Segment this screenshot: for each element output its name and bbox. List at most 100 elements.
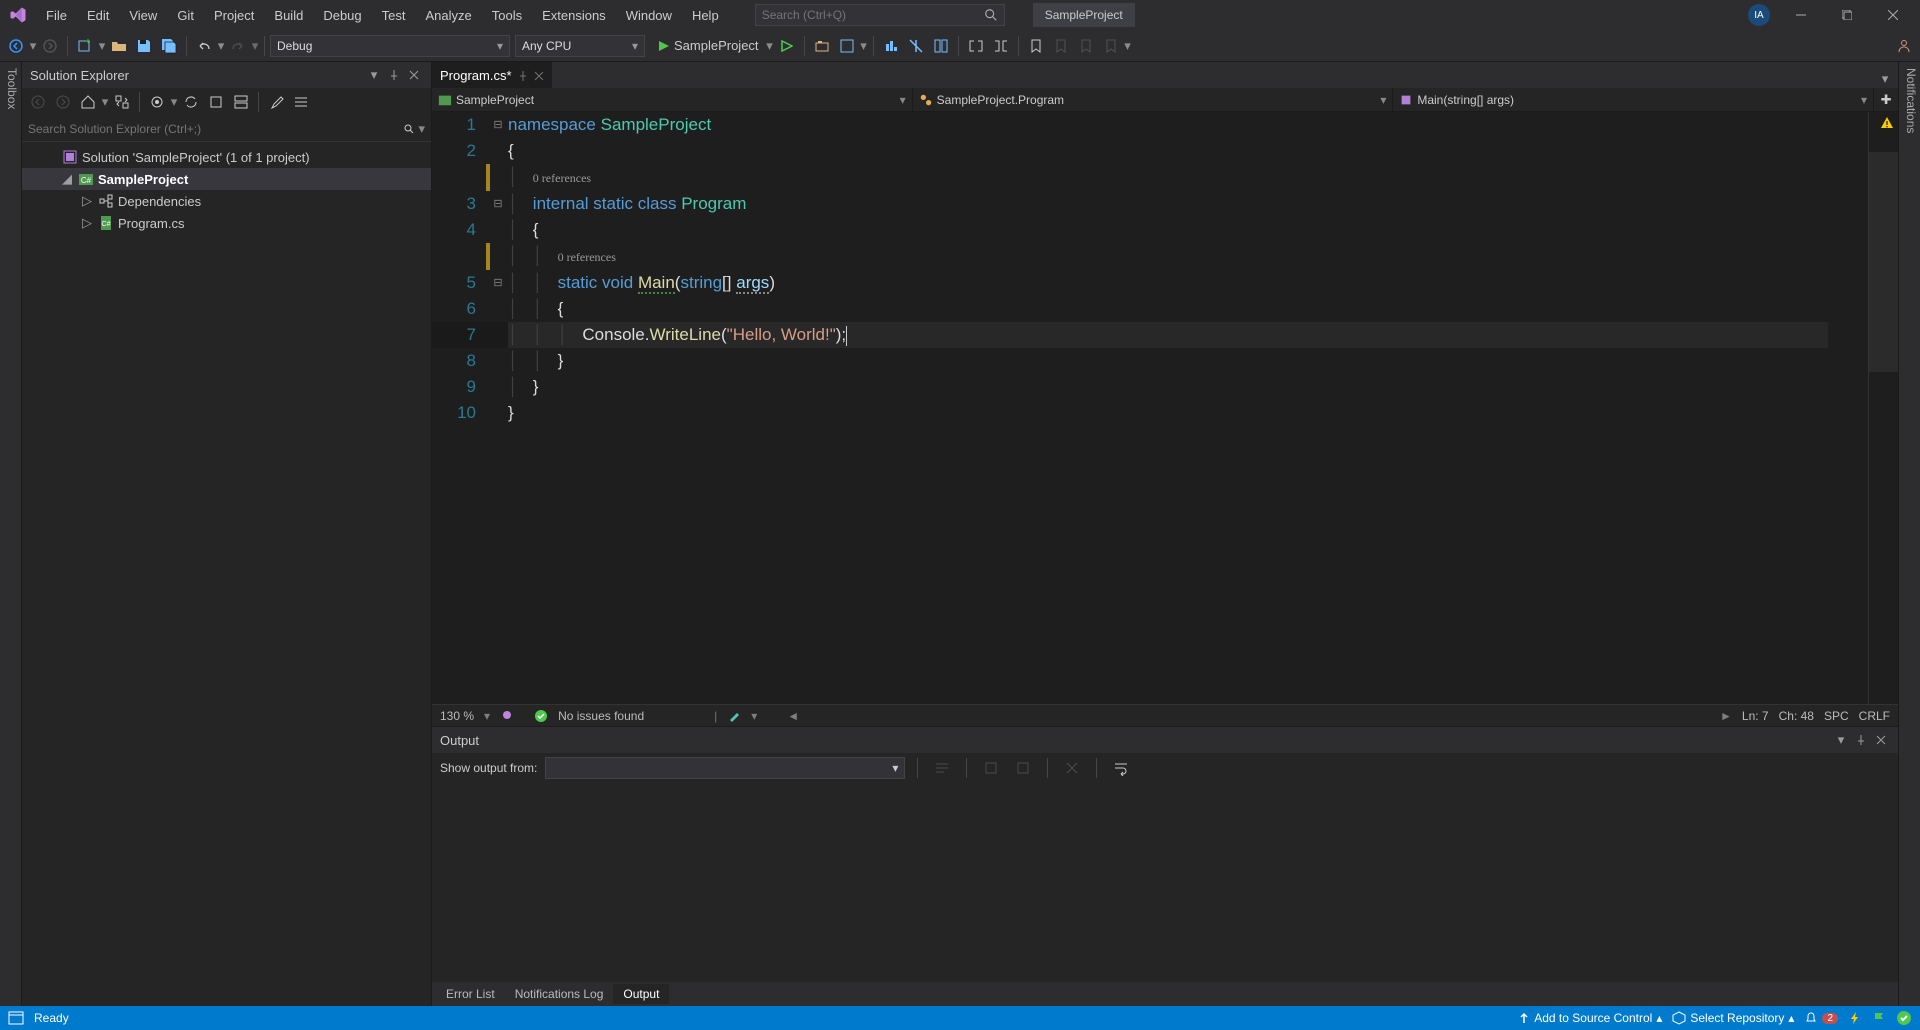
- select-repository-button[interactable]: Select Repository ▴: [1672, 1011, 1794, 1025]
- notifications-button[interactable]: 2: [1804, 1011, 1838, 1025]
- codelens-references[interactable]: 0 references: [558, 250, 616, 264]
- configuration-combo[interactable]: Debug▾: [270, 35, 510, 57]
- open-file-button[interactable]: [107, 34, 131, 58]
- tab-error-list[interactable]: Error List: [436, 984, 505, 1004]
- menu-test[interactable]: Test: [372, 4, 416, 27]
- menu-build[interactable]: Build: [264, 4, 313, 27]
- status-flag-icon[interactable]: [1872, 1011, 1886, 1025]
- solex-home-dropdown[interactable]: ▾: [101, 90, 109, 114]
- bookmark-clear-button[interactable]: [1099, 34, 1123, 58]
- title-project-button[interactable]: SampleProject: [1033, 3, 1135, 27]
- chevron-down-icon[interactable]: ▾: [751, 709, 757, 723]
- chevron-down-icon[interactable]: ▾: [418, 121, 425, 137]
- fold-icon[interactable]: ⊟: [488, 270, 508, 296]
- start-debug-dropdown[interactable]: ▾: [766, 34, 774, 58]
- solex-back-button[interactable]: [26, 90, 50, 114]
- nav-back-dropdown[interactable]: ▾: [29, 34, 37, 58]
- new-project-dropdown[interactable]: ▾: [98, 34, 106, 58]
- bookmark-prev-button[interactable]: [1049, 34, 1073, 58]
- user-avatar[interactable]: IA: [1748, 4, 1770, 26]
- menu-git[interactable]: Git: [167, 4, 204, 27]
- brush-icon[interactable]: [727, 709, 741, 723]
- minimize-button[interactable]: [1778, 0, 1824, 30]
- split-editor-button[interactable]: ✚: [1874, 88, 1898, 111]
- nav-forward-button[interactable]: [38, 34, 62, 58]
- project-node[interactable]: ◢ C# SampleProject: [22, 168, 431, 190]
- line-indicator[interactable]: Ln: 7: [1742, 709, 1769, 723]
- solex-forward-button[interactable]: [51, 90, 75, 114]
- collapse-icon[interactable]: ◢: [62, 171, 74, 187]
- solution-explorer-search[interactable]: ▾: [22, 116, 431, 142]
- close-pane-icon[interactable]: [1872, 731, 1890, 749]
- nav-right-icon[interactable]: ►: [1720, 709, 1732, 723]
- toolbar-btn-2[interactable]: [835, 34, 859, 58]
- toolbar-btn-6[interactable]: [964, 34, 988, 58]
- close-pane-icon[interactable]: [405, 66, 423, 84]
- output-clear-button[interactable]: [1060, 756, 1084, 780]
- solex-filter-button[interactable]: [145, 90, 169, 114]
- nav-project-combo[interactable]: SampleProject▾: [432, 88, 913, 111]
- status-check-icon[interactable]: [1896, 1010, 1912, 1026]
- pin-icon[interactable]: [385, 66, 403, 84]
- tab-output[interactable]: Output: [613, 984, 669, 1004]
- solex-home-button[interactable]: [76, 90, 100, 114]
- dependencies-node[interactable]: ▷ Dependencies: [22, 190, 431, 212]
- output-content[interactable]: [432, 783, 1898, 982]
- indent-indicator[interactable]: SPC: [1824, 709, 1849, 723]
- file-node[interactable]: ▷ C# Program.cs: [22, 212, 431, 234]
- close-button[interactable]: [1870, 0, 1916, 30]
- menu-extensions[interactable]: Extensions: [532, 4, 616, 27]
- menu-debug[interactable]: Debug: [313, 4, 371, 27]
- pane-dropdown-icon[interactable]: ▾: [1832, 731, 1850, 749]
- menu-view[interactable]: View: [119, 4, 167, 27]
- nav-left-icon[interactable]: ◄: [787, 709, 799, 723]
- solex-showall-button[interactable]: [289, 90, 313, 114]
- menu-project[interactable]: Project: [204, 4, 264, 27]
- redo-button[interactable]: [226, 34, 250, 58]
- redo-dropdown[interactable]: ▾: [251, 34, 259, 58]
- scrollbar-overview[interactable]: [1868, 112, 1898, 704]
- bookmark-button[interactable]: [1024, 34, 1048, 58]
- expand-icon[interactable]: ▷: [82, 215, 94, 231]
- toolbar-btn-1[interactable]: [810, 34, 834, 58]
- toolbar-btn-7[interactable]: [989, 34, 1013, 58]
- solex-properties-button[interactable]: [264, 90, 288, 114]
- start-debug-button[interactable]: SampleProject: [652, 34, 765, 58]
- lineending-indicator[interactable]: CRLF: [1859, 709, 1890, 723]
- menu-tools[interactable]: Tools: [482, 4, 532, 27]
- codelens-references[interactable]: 0 references: [533, 171, 591, 185]
- tabs-overflow-icon[interactable]: ▾: [1876, 70, 1894, 88]
- zoom-level[interactable]: 130 %: [440, 709, 474, 723]
- toolbar-overflow[interactable]: ▾: [1124, 34, 1132, 58]
- solution-explorer-search-input[interactable]: [28, 122, 404, 136]
- undo-dropdown[interactable]: ▾: [217, 34, 225, 58]
- menu-help[interactable]: Help: [682, 4, 729, 27]
- new-project-button[interactable]: [73, 34, 97, 58]
- platform-combo[interactable]: Any CPU▾: [515, 35, 645, 57]
- toolbar-btn-4[interactable]: [904, 34, 928, 58]
- toolbar-btn-3[interactable]: [879, 34, 903, 58]
- undo-button[interactable]: [192, 34, 216, 58]
- notifications-tab[interactable]: Notifications: [1898, 62, 1920, 1006]
- global-search-input[interactable]: [762, 8, 984, 22]
- toolbar-btn-2-dropdown[interactable]: ▾: [860, 34, 868, 58]
- nav-class-combo[interactable]: SampleProject.Program▾: [913, 88, 1394, 111]
- solex-refresh-button[interactable]: [204, 90, 228, 114]
- output-source-combo[interactable]: ▾: [545, 757, 905, 779]
- output-btn-3[interactable]: [1011, 756, 1035, 780]
- lightbulb-icon[interactable]: [500, 709, 514, 723]
- menu-file[interactable]: File: [36, 4, 77, 27]
- output-btn-1[interactable]: [930, 756, 954, 780]
- solution-node[interactable]: Solution 'SampleProject' (1 of 1 project…: [22, 146, 431, 168]
- fold-icon[interactable]: ⊟: [488, 112, 508, 138]
- solex-switch-views-button[interactable]: [110, 90, 134, 114]
- output-window-icon[interactable]: [8, 1011, 24, 1025]
- save-button[interactable]: [132, 34, 156, 58]
- global-search[interactable]: [755, 4, 1005, 26]
- solex-filter-dropdown[interactable]: ▾: [170, 90, 178, 114]
- maximize-button[interactable]: [1824, 0, 1870, 30]
- nav-method-combo[interactable]: Main(string[] args)▾: [1393, 88, 1874, 111]
- close-tab-icon[interactable]: [534, 71, 544, 81]
- pin-icon[interactable]: [1852, 731, 1870, 749]
- code-editor[interactable]: 1⊟namespace SampleProject 2{ │ 0 referen…: [432, 112, 1868, 704]
